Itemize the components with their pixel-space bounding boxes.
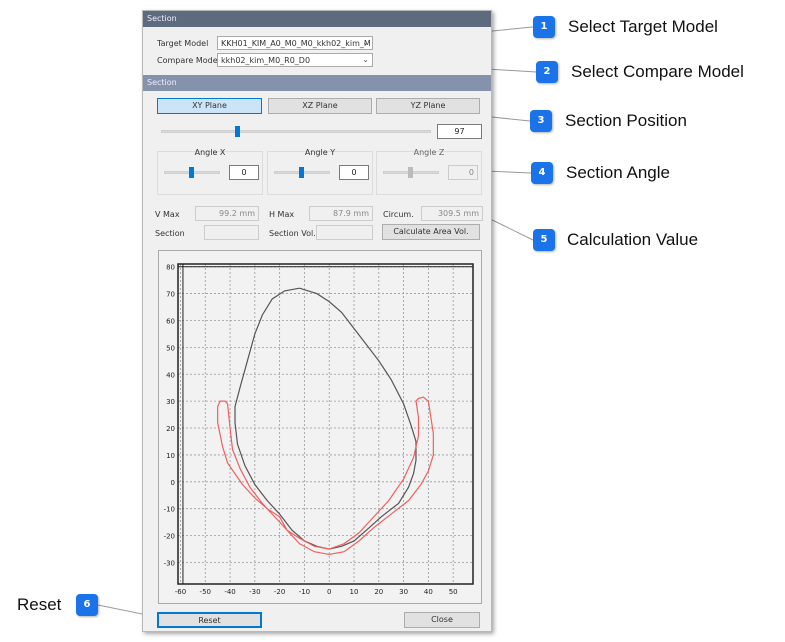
y-tick-label: 70 bbox=[166, 291, 175, 299]
close-button[interactable]: Close bbox=[404, 612, 480, 628]
section-vol-value bbox=[316, 225, 373, 240]
compare-model-value: kkh02_kim_M0_R0_D0 bbox=[221, 56, 311, 65]
position-input[interactable]: 97 bbox=[437, 124, 482, 139]
annotation-text-3: Section Position bbox=[565, 111, 687, 130]
annotation-badge-5: 5 bbox=[533, 229, 555, 251]
position-slider[interactable] bbox=[161, 130, 431, 133]
circum-value: 309.5 mm bbox=[421, 206, 483, 221]
chevron-down-icon: ⌄ bbox=[362, 55, 369, 64]
angle-y-thumb[interactable] bbox=[299, 167, 304, 178]
x-tick-label: 30 bbox=[399, 588, 408, 596]
x-tick-label: 10 bbox=[350, 588, 359, 596]
circum-label: Circum. bbox=[383, 210, 414, 219]
x-tick-label: -40 bbox=[224, 588, 235, 596]
y-tick-label: 40 bbox=[166, 371, 175, 379]
section-subheader: Section bbox=[143, 75, 491, 91]
annotation-badge-3: 3 bbox=[530, 110, 552, 132]
angle-z-thumb bbox=[408, 167, 413, 178]
target-model-select[interactable]: KKH01_KIM_A0_M0_M0_kkh02_kim_M ⌄ bbox=[217, 36, 373, 50]
hmax-label: H Max bbox=[269, 210, 295, 219]
angle-y-group: Angle Y 0 bbox=[267, 148, 373, 195]
hmax-value: 87.9 mm bbox=[309, 206, 373, 221]
x-tick-label: -60 bbox=[175, 588, 186, 596]
compare-model-select[interactable]: kkh02_kim_M0_R0_D0 ⌄ bbox=[217, 53, 373, 67]
angle-z-label: Angle Z bbox=[413, 148, 445, 157]
chevron-down-icon: ⌄ bbox=[362, 38, 369, 47]
angle-x-group: Angle X 0 bbox=[157, 148, 263, 195]
position-slider-thumb[interactable] bbox=[235, 126, 240, 137]
annotation-text-1: Select Target Model bbox=[568, 17, 718, 36]
target-model-value: KKH01_KIM_A0_M0_M0_kkh02_kim_M bbox=[221, 39, 371, 48]
angle-z-input: 0 bbox=[448, 165, 478, 180]
y-tick-label: 60 bbox=[166, 317, 175, 325]
compare-model-label: Compare Model bbox=[157, 56, 220, 65]
x-tick-label: -20 bbox=[274, 588, 285, 596]
annotation-badge-4: 4 bbox=[531, 162, 553, 184]
y-tick-label: 30 bbox=[166, 398, 175, 406]
target-model-label: Target Model bbox=[157, 39, 209, 48]
xy-plane-button[interactable]: XY Plane bbox=[157, 98, 262, 114]
section-dialog: Section Target Model KKH01_KIM_A0_M0_M0_… bbox=[142, 10, 492, 632]
x-tick-label: -10 bbox=[299, 588, 310, 596]
yz-plane-button[interactable]: YZ Plane bbox=[376, 98, 480, 114]
x-tick-label: 50 bbox=[449, 588, 458, 596]
angle-y-input[interactable]: 0 bbox=[339, 165, 369, 180]
annotation-text-2: Select Compare Model bbox=[571, 62, 744, 81]
y-tick-label: 0 bbox=[171, 479, 175, 487]
angle-z-group: Angle Z 0 bbox=[376, 148, 482, 195]
x-tick-label: 0 bbox=[327, 588, 331, 596]
section-vol-label: Section Vol. bbox=[269, 229, 316, 238]
section-label: Section bbox=[155, 229, 185, 238]
annotation-text-5: Calculation Value bbox=[567, 230, 699, 249]
xz-plane-button[interactable]: XZ Plane bbox=[268, 98, 372, 114]
x-tick-label: -50 bbox=[200, 588, 211, 596]
annotation-text-6: Reset bbox=[17, 595, 62, 614]
y-tick-label: -20 bbox=[164, 533, 175, 541]
y-tick-label: -10 bbox=[164, 506, 175, 514]
annotation-badge-6: 6 bbox=[76, 594, 98, 616]
reset-button[interactable]: Reset bbox=[157, 612, 262, 628]
angle-x-input[interactable]: 0 bbox=[229, 165, 259, 180]
annotation-badge-1: 1 bbox=[533, 16, 555, 38]
angle-y-label: Angle Y bbox=[304, 148, 336, 157]
x-tick-label: 20 bbox=[374, 588, 383, 596]
section-chart: -60 -50 -40 -30 -20 -10 0 10 20 30 40 50 80 70 60 50 40 3… bbox=[164, 263, 474, 596]
annotation-badge-2: 2 bbox=[536, 61, 558, 83]
calculate-area-vol-button[interactable]: Calculate Area Vol. bbox=[382, 224, 480, 240]
annotation-text-4: Section Angle bbox=[566, 163, 670, 182]
angle-x-label: Angle X bbox=[194, 148, 226, 157]
section-chart-panel: -60 -50 -40 -30 -20 -10 0 10 20 30 40 50 80 70 60 50 40 3… bbox=[158, 250, 482, 604]
section-header: Section bbox=[143, 11, 491, 27]
vmax-label: V Max bbox=[155, 210, 180, 219]
y-tick-label: 80 bbox=[166, 264, 175, 272]
y-tick-label: 20 bbox=[166, 425, 175, 433]
section-value bbox=[204, 225, 259, 240]
vmax-value: 99.2 mm bbox=[195, 206, 259, 221]
y-tick-label: 50 bbox=[166, 344, 175, 352]
x-tick-label: 40 bbox=[424, 588, 433, 596]
y-tick-label: -30 bbox=[164, 559, 175, 567]
y-tick-label: 10 bbox=[166, 452, 175, 460]
angle-x-thumb[interactable] bbox=[189, 167, 194, 178]
x-tick-label: -30 bbox=[249, 588, 260, 596]
